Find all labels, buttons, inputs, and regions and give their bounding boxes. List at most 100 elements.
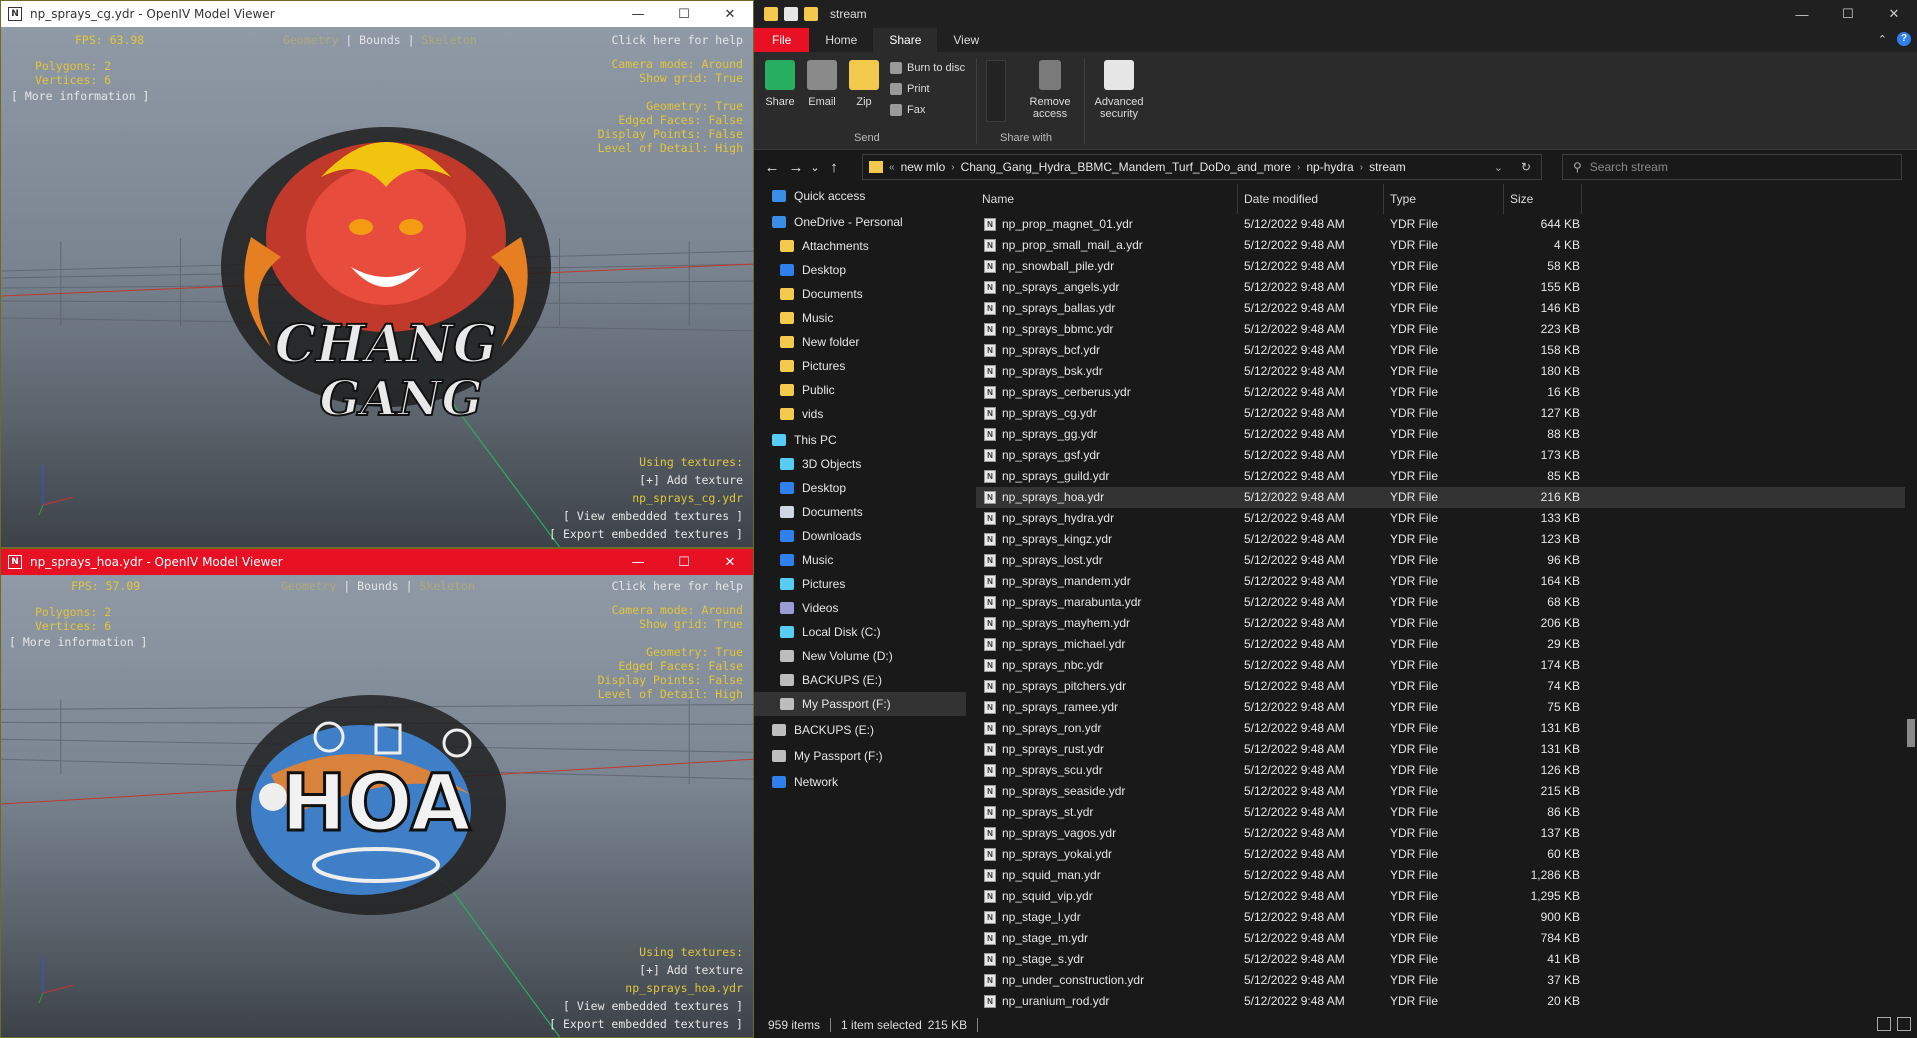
new-folder-icon[interactable] [804, 7, 818, 21]
edged-faces-toggle[interactable]: Edged Faces: False [618, 113, 743, 127]
geometry-toggle[interactable]: Geometry: True [646, 99, 743, 113]
nav-item[interactable]: Pictures [754, 572, 966, 596]
render-mode-toggle[interactable]: Geometry | Bounds | Skeleton [281, 579, 475, 593]
share-button[interactable]: Share [760, 60, 800, 108]
zip-button[interactable]: Zip [844, 60, 884, 108]
column-size[interactable]: Size [1504, 184, 1582, 214]
nav-item[interactable]: Attachments [754, 234, 966, 258]
close-button[interactable]: ✕ [707, 1, 753, 27]
recent-locations-button[interactable]: ⌄ [808, 161, 822, 174]
edged-faces-toggle[interactable]: Edged Faces: False [618, 659, 743, 673]
skeleton-mode[interactable]: Skeleton [422, 33, 477, 47]
file-row[interactable]: Nnp_prop_magnet_01.ydr 5/12/2022 9:48 AM Y… [976, 214, 1905, 235]
bounds-mode[interactable]: Bounds [357, 579, 399, 593]
nav-item[interactable]: Downloads [754, 524, 966, 548]
nav-item[interactable]: BACKUPS (E:) [754, 718, 966, 742]
vertical-scrollbar[interactable] [1905, 184, 1917, 1012]
file-row[interactable]: Nnp_sprays_bsk.ydr 5/12/2022 9:48 AM YDR F… [976, 361, 1905, 382]
file-row[interactable]: Nnp_sprays_seaside.ydr 5/12/2022 9:48 AM Y… [976, 781, 1905, 802]
geometry-mode[interactable]: Geometry [281, 579, 336, 593]
explorer-titlebar[interactable]: stream — ☐ ✕ [754, 0, 1917, 28]
column-date-modified[interactable]: Date modified [1238, 184, 1384, 214]
nav-item[interactable]: Desktop [754, 258, 966, 282]
back-button[interactable]: ← [760, 159, 784, 176]
level-of-detail-toggle[interactable]: Level of Detail: High [598, 141, 743, 155]
nav-item[interactable]: Videos [754, 596, 966, 620]
file-row[interactable]: Nnp_sprays_bbmc.ydr 5/12/2022 9:48 AM YDR … [976, 319, 1905, 340]
file-row[interactable]: Nnp_squid_man.ydr 5/12/2022 9:48 AM YDR Fi… [976, 865, 1905, 886]
email-button[interactable]: Email [802, 60, 842, 108]
search-input[interactable]: ⚲ Search stream [1562, 154, 1902, 180]
breadcrumb-item[interactable]: np-hydra [1306, 160, 1353, 174]
file-row[interactable]: Nnp_sprays_rust.ydr 5/12/2022 9:48 AM YDR … [976, 739, 1905, 760]
file-row[interactable]: Nnp_sprays_lost.ydr 5/12/2022 9:48 AM YDR … [976, 550, 1905, 571]
export-embedded-textures-button[interactable]: [ Export embedded textures ] [549, 527, 743, 541]
nav-item[interactable]: My Passport (F:) [754, 744, 966, 768]
address-dropdown-icon[interactable]: ⌄ [1494, 161, 1503, 174]
add-texture-button[interactable]: [+] Add texture [639, 963, 743, 977]
nav-item[interactable]: Documents [754, 282, 966, 306]
advanced-security-button[interactable]: Advanced security [1088, 60, 1150, 120]
breadcrumb-item[interactable]: Chang_Gang_Hydra_BBMC_Mandem_Turf_DoDo_a… [961, 160, 1291, 174]
help-icon[interactable]: ? [1897, 32, 1911, 46]
breadcrumb-item[interactable]: new mlo [901, 160, 946, 174]
display-points-toggle[interactable]: Display Points: False [598, 673, 743, 687]
file-list[interactable]: Name Date modified Type Size Nnp_prop_ma… [976, 184, 1905, 1012]
close-button[interactable]: ✕ [707, 549, 753, 575]
viewer-titlebar[interactable]: N np_sprays_cg.ydr - OpenIV Model Viewer… [1, 1, 753, 27]
minimize-button[interactable]: — [1779, 0, 1825, 28]
file-row[interactable]: Nnp_sprays_ballas.ydr 5/12/2022 9:48 AM YD… [976, 298, 1905, 319]
file-row[interactable]: Nnp_sprays_hoa.ydr 5/12/2022 9:48 AM YDR F… [976, 487, 1905, 508]
file-row[interactable]: Nnp_sprays_guild.ydr 5/12/2022 9:48 AM YDR… [976, 466, 1905, 487]
file-row[interactable]: Nnp_sprays_mayhem.ydr 5/12/2022 9:48 AM YD… [976, 613, 1905, 634]
camera-mode[interactable]: Camera mode: Around [611, 57, 743, 71]
maximize-button[interactable]: ☐ [1825, 0, 1871, 28]
file-row[interactable]: Nnp_sprays_gsf.ydr 5/12/2022 9:48 AM YDR F… [976, 445, 1905, 466]
large-icons-view-button[interactable] [1897, 1017, 1911, 1031]
properties-icon[interactable] [784, 7, 798, 21]
file-row[interactable]: Nnp_sprays_bcf.ydr 5/12/2022 9:48 AM YDR F… [976, 340, 1905, 361]
share-with-list[interactable] [986, 60, 1006, 122]
geometry-toggle[interactable]: Geometry: True [646, 645, 743, 659]
nav-item[interactable]: New folder [754, 330, 966, 354]
fax-button[interactable]: Fax [890, 104, 925, 116]
nav-item[interactable]: Documents [754, 500, 966, 524]
texture-file-link[interactable]: np_sprays_hoa.ydr [625, 981, 743, 995]
tab-share[interactable]: Share [873, 28, 938, 52]
camera-mode[interactable]: Camera mode: Around [611, 603, 743, 617]
close-button[interactable]: ✕ [1871, 0, 1917, 28]
file-row[interactable]: Nnp_sprays_ramee.ydr 5/12/2022 9:48 AM YDR… [976, 697, 1905, 718]
file-row[interactable]: Nnp_sprays_kingz.ydr 5/12/2022 9:48 AM YDR… [976, 529, 1905, 550]
file-row[interactable]: Nnp_stage_m.ydr 5/12/2022 9:48 AM YDR File… [976, 928, 1905, 949]
file-row[interactable]: Nnp_sprays_cerberus.ydr 5/12/2022 9:48 AM… [976, 382, 1905, 403]
display-points-toggle[interactable]: Display Points: False [598, 127, 743, 141]
file-row[interactable]: Nnp_sprays_michael.ydr 5/12/2022 9:48 AM Y… [976, 634, 1905, 655]
help-link[interactable]: Click here for help [611, 579, 743, 593]
add-texture-button[interactable]: [+] Add texture [639, 473, 743, 487]
file-row[interactable]: Nnp_stage_s.ydr 5/12/2022 9:48 AM YDR File… [976, 949, 1905, 970]
file-row[interactable]: Nnp_under_construction.ydr 5/12/2022 9:48… [976, 970, 1905, 991]
nav-item[interactable]: Local Disk (C:) [754, 620, 966, 644]
file-row[interactable]: Nnp_sprays_mandem.ydr 5/12/2022 9:48 AM YD… [976, 571, 1905, 592]
file-row[interactable]: Nnp_snowball_pile.ydr 5/12/2022 9:48 AM YD… [976, 256, 1905, 277]
file-row[interactable]: Nnp_stage_l.ydr 5/12/2022 9:48 AM YDR File… [976, 907, 1905, 928]
print-button[interactable]: Print [890, 83, 930, 95]
maximize-button[interactable]: ☐ [661, 1, 707, 27]
column-type[interactable]: Type [1384, 184, 1504, 214]
nav-item[interactable]: vids [754, 402, 966, 426]
nav-item[interactable]: My Passport (F:) [754, 692, 966, 716]
column-name[interactable]: Name [976, 184, 1238, 214]
breadcrumb-item[interactable]: stream [1369, 160, 1406, 174]
tab-home[interactable]: Home [809, 28, 873, 52]
tab-file[interactable]: File [754, 28, 810, 52]
texture-file-link[interactable]: np_sprays_cg.ydr [632, 491, 743, 505]
more-information-link[interactable]: [ More information ] [9, 635, 147, 649]
model-viewer-window-hoa[interactable]: N np_sprays_hoa.ydr - OpenIV Model Viewe… [0, 548, 754, 1038]
render-mode-toggle[interactable]: Geometry | Bounds | Skeleton [283, 33, 477, 47]
nav-item[interactable]: Music [754, 306, 966, 330]
nav-item[interactable]: Music [754, 548, 966, 572]
nav-item[interactable]: New Volume (D:) [754, 644, 966, 668]
file-row[interactable]: Nnp_sprays_pitchers.ydr 5/12/2022 9:48 AM… [976, 676, 1905, 697]
maximize-button[interactable]: ☐ [661, 549, 707, 575]
help-link[interactable]: Click here for help [611, 33, 743, 47]
